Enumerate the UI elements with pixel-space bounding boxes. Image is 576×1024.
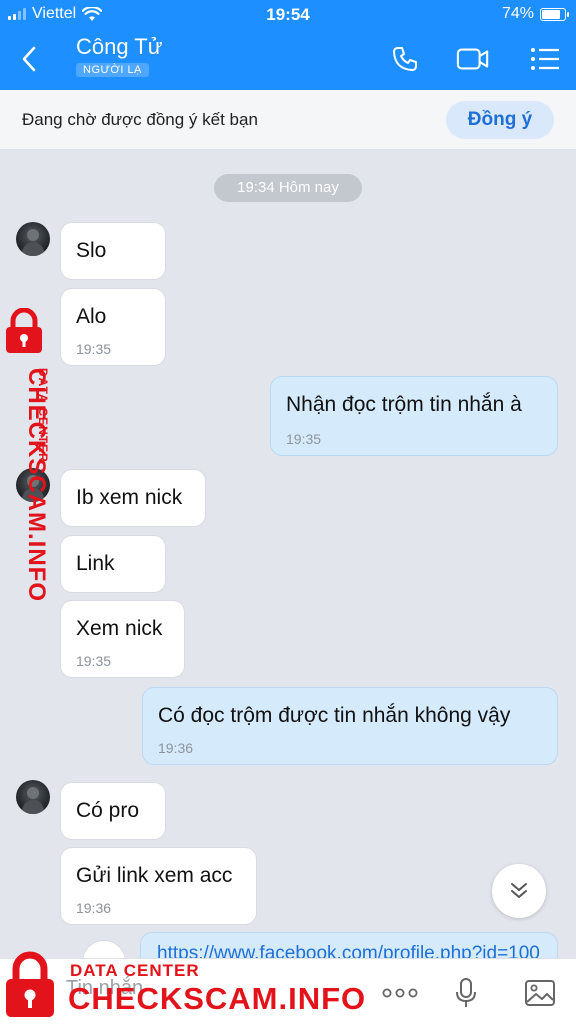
message-bubble-outgoing[interactable]: Có đọc trộm được tin nhắn không vậy 19:3…	[142, 687, 558, 765]
watermark-sub: DATA CENTER	[70, 961, 200, 980]
phone-icon	[393, 47, 417, 71]
message-bubble-incoming[interactable]: Ib xem nick	[60, 469, 206, 527]
message-time: 19:35	[286, 431, 322, 447]
video-call-button[interactable]	[456, 42, 490, 76]
message-bubble-outgoing[interactable]: Nhận đọc trộm tin nhắn à 19:35	[270, 376, 558, 456]
avatar[interactable]	[16, 780, 50, 814]
menu-button[interactable]	[528, 42, 562, 76]
battery-percent: 74%	[501, 5, 534, 22]
message-bubble-incoming[interactable]: Gửi link xem acc 19:36	[60, 847, 257, 925]
microphone-icon	[456, 978, 476, 1007]
status-bar: Viettel 19:54 74%	[0, 0, 576, 30]
chat-header: Viettel 19:54 74% Công Tử NGƯỜI LẠ	[0, 0, 576, 90]
friend-request-bar: Đang chờ được đồng ý kết bạn Đồng ý	[0, 90, 576, 150]
watermark-main: CHECKSCAM.INFO	[68, 981, 367, 1016]
video-camera-icon	[456, 48, 489, 70]
more-options-button[interactable]	[380, 973, 420, 1013]
battery-icon	[540, 7, 569, 21]
lock-icon	[6, 308, 42, 353]
voice-call-button[interactable]	[388, 42, 422, 76]
double-chevron-down-icon	[511, 883, 527, 898]
contact-name: Công Tử	[76, 34, 163, 59]
watermark-side: CHECKSCAM.INFO DATA CENTER	[2, 308, 62, 602]
watermark-bottom: DATA CENTER CHECKSCAM.INFO	[0, 945, 365, 1024]
stranger-badge: NGƯỜI LẠ	[76, 63, 149, 77]
lock-icon	[6, 951, 54, 1017]
back-button[interactable]	[14, 42, 44, 76]
message-bubble-incoming[interactable]: Link	[60, 535, 166, 593]
message-bubble-incoming[interactable]: Xem nick 19:35	[60, 600, 185, 678]
friend-request-text: Đang chờ được đồng ý kết bạn	[22, 110, 258, 129]
image-picker-button[interactable]	[520, 973, 560, 1013]
contact-title[interactable]: Công Tử NGƯỜI LẠ	[76, 34, 162, 78]
message-time: 19:36	[76, 900, 112, 916]
accept-friend-button[interactable]: Đồng ý	[446, 101, 554, 139]
message-time: 19:36	[158, 740, 194, 756]
more-dots-icon	[382, 988, 418, 998]
voice-record-button[interactable]	[446, 973, 486, 1013]
message-bubble-incoming[interactable]: Có pro	[60, 782, 166, 840]
watermark-sub: DATA CENTER	[36, 368, 50, 463]
message-bubble-incoming[interactable]: Alo 19:35	[60, 288, 166, 366]
message-time: 19:35	[76, 653, 112, 669]
message-time: 19:35	[76, 341, 112, 357]
chevron-left-icon	[22, 46, 36, 72]
scroll-down-button[interactable]	[492, 864, 546, 918]
avatar[interactable]	[16, 222, 50, 256]
image-icon	[525, 980, 555, 1006]
time-divider: 19:34 Hôm nay	[214, 174, 362, 202]
list-menu-icon	[531, 48, 559, 70]
message-bubble-incoming[interactable]: Slo	[60, 222, 166, 280]
status-time: 19:54	[266, 5, 310, 24]
